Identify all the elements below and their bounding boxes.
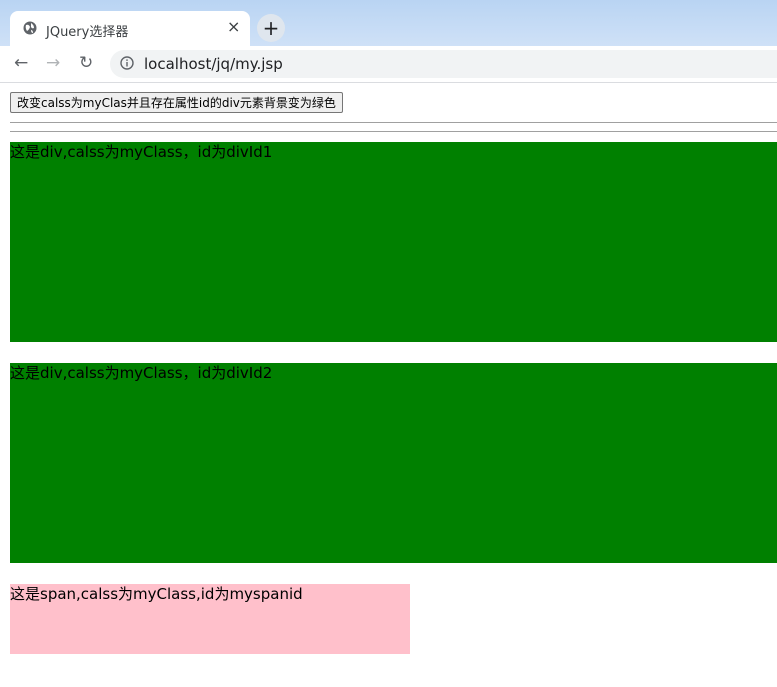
globe-icon [23, 21, 37, 35]
tab-title: JQuery选择器 [46, 25, 129, 40]
close-tab-icon[interactable]: × [227, 19, 240, 35]
div-divId1: 这是div,calss为myClass，id为divId1 [10, 142, 777, 342]
change-background-button[interactable]: 改变calss为myClas并且存在属性id的div元素背景变为绿色 [10, 92, 343, 113]
browser-tab[interactable]: JQuery选择器 × [10, 11, 250, 46]
div-divId2: 这是div,calss为myClass，id为divId2 [10, 363, 777, 563]
tab-strip: JQuery选择器 × + [0, 0, 777, 46]
browser-toolbar: ← → ↻ localhost/jq/my.jsp [0, 46, 777, 83]
url-text: localhost/jq/my.jsp [144, 55, 283, 73]
divider-2 [10, 131, 777, 132]
new-tab-button[interactable]: + [257, 14, 285, 42]
reload-icon[interactable]: ↻ [79, 53, 93, 73]
page-content: 改变calss为myClas并且存在属性id的div元素背景变为绿色 这是div… [0, 83, 777, 687]
span-myspanid: 这是span,calss为myClass,id为myspanid [10, 584, 410, 654]
forward-icon[interactable]: → [46, 53, 60, 73]
divider-1 [10, 122, 777, 123]
back-icon[interactable]: ← [14, 53, 28, 73]
address-bar[interactable]: localhost/jq/my.jsp [110, 50, 777, 78]
info-icon[interactable] [120, 56, 134, 70]
